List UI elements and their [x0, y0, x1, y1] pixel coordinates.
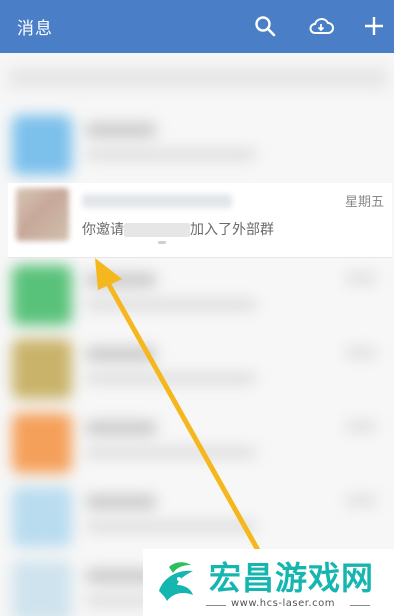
watermark-brand: 宏昌游戏网: [209, 559, 375, 597]
dragon-logo-icon: [159, 562, 193, 601]
url-divider-left: [206, 605, 226, 606]
url-divider-right: [350, 605, 370, 606]
annotation-arrow: [95, 258, 262, 555]
watermark-url: www.hcs-laser.com: [231, 598, 335, 609]
watermark: 宏昌游戏网 www.hcs-laser.com: [143, 549, 394, 616]
